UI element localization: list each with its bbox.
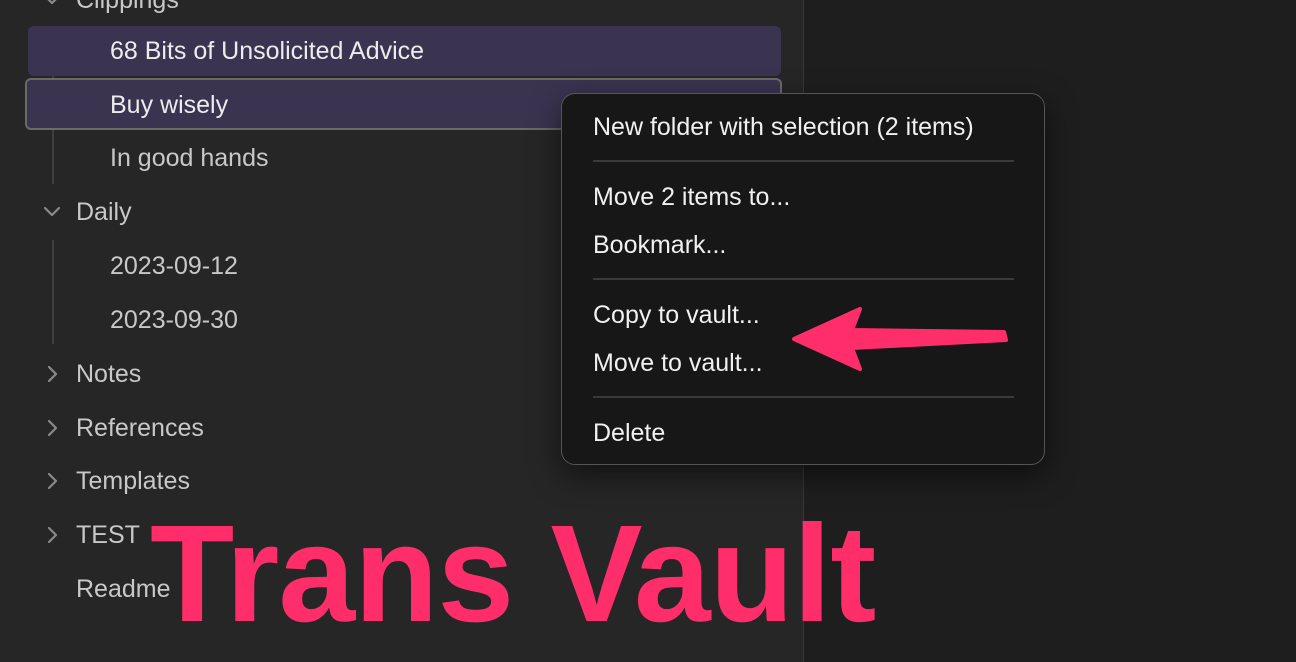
chevron-down-icon xyxy=(40,0,64,12)
menu-item-new-folder[interactable]: New folder with selection (2 items) xyxy=(593,107,974,147)
file-label: In good hands xyxy=(110,143,269,172)
file-item[interactable]: In good hands xyxy=(110,133,268,183)
file-label: Buy wisely xyxy=(110,90,229,119)
menu-separator xyxy=(593,160,1014,162)
chevron-right-icon xyxy=(40,416,64,440)
folder-label: Clippings xyxy=(76,0,179,15)
menu-separator xyxy=(593,396,1014,398)
folder-label: TEST xyxy=(76,520,140,549)
menu-item-bookmark[interactable]: Bookmark... xyxy=(593,225,726,265)
menu-item-move-to-vault[interactable]: Move to vault... xyxy=(593,343,763,383)
file-label: 2023-09-12 xyxy=(110,251,238,280)
folder-clippings[interactable]: Clippings xyxy=(36,0,783,25)
menu-item-move-items[interactable]: Move 2 items to... xyxy=(593,177,790,217)
file-label: 68 Bits of Unsolicited Advice xyxy=(110,36,425,65)
file-item[interactable]: 68 Bits of Unsolicited Advice xyxy=(110,26,424,76)
indent-guide xyxy=(52,240,54,344)
folder-label: Templates xyxy=(76,466,190,495)
annotation-arrow-icon xyxy=(792,307,1008,371)
folder-label: References xyxy=(76,413,204,442)
chevron-right-icon xyxy=(40,362,64,386)
menu-item-delete[interactable]: Delete xyxy=(593,413,665,453)
file-item[interactable]: Buy wisely xyxy=(110,80,228,130)
folder-label: Notes xyxy=(76,359,142,388)
chevron-right-icon xyxy=(40,523,64,547)
context-menu: New folder with selection (2 items) Move… xyxy=(561,93,1045,465)
file-item[interactable]: 2023-09-12 xyxy=(110,241,238,291)
folder-label: Daily xyxy=(76,197,132,226)
menu-item-copy-to-vault[interactable]: Copy to vault... xyxy=(593,295,760,335)
chevron-right-icon xyxy=(40,469,64,493)
menu-separator xyxy=(593,278,1014,280)
chevron-down-icon xyxy=(40,200,64,224)
file-item[interactable]: 2023-09-30 xyxy=(110,295,238,345)
file-label: 2023-09-30 xyxy=(110,305,238,334)
annotation-title: Trans Vault xyxy=(150,497,876,651)
